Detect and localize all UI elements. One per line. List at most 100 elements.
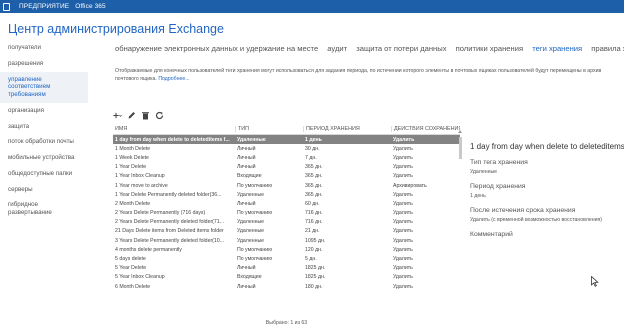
refresh-icon[interactable] (155, 111, 164, 120)
edit-icon[interactable] (127, 111, 136, 120)
cell-type: Удаленные (237, 228, 265, 235)
cell-action: Удалить (393, 145, 413, 152)
sidebar-item-public-folders[interactable]: общедоступные папки (0, 166, 88, 182)
cell-action: Удалить (393, 256, 413, 263)
details-after-label: После истечения срока хранения (470, 207, 576, 214)
tab-journal-rules[interactable]: правила же (591, 44, 624, 53)
column-header-retention-period[interactable]: ПЕРИОД ХРАНЕНИЯ (303, 126, 391, 132)
cell-period: 1825 дн. (305, 265, 326, 272)
cell-type: Личный (237, 200, 256, 207)
sidebar-item-permissions[interactable]: разрешения (0, 56, 88, 72)
table-row[interactable]: 3 Years Delete Permanently deleted folde… (113, 236, 460, 245)
cell-action: Удалить (393, 154, 413, 161)
delete-icon[interactable] (141, 111, 150, 120)
table-row[interactable]: 5 days delete По умолчанию 5 дн. Удалить (113, 254, 460, 263)
cell-period: 365 дн. (305, 191, 323, 198)
sidebar-item-organization[interactable]: организация (0, 103, 88, 119)
table-row[interactable]: 5 Year Delete Личный 1825 дн. Удалить (113, 264, 460, 273)
cell-name: 5 days delete (115, 256, 146, 263)
table-row[interactable]: 2 Month Delete Личный 60 дн. Удалить (113, 199, 460, 208)
cell-name: 1 Month Delete (115, 145, 151, 152)
sidebar-item-protection[interactable]: защита (0, 119, 88, 135)
table-row[interactable]: 4 months delete permanently По умолчанию… (113, 245, 460, 254)
page-title: Центр администрирования Exchange (8, 22, 224, 36)
table-row[interactable]: 1 Year Delete Личный 365 дн. Удалить (113, 163, 460, 172)
cell-type: Личный (237, 283, 256, 290)
cell-action: Удалить (393, 237, 413, 244)
details-pane: 1 day from day when delete to deletedite… (470, 142, 624, 238)
cell-period: 1095 дн. (305, 237, 326, 244)
scroll-up-icon[interactable] (458, 130, 462, 133)
cell-period: 180 дн. (305, 283, 323, 290)
cell-name: 2 Month Delete (115, 200, 151, 207)
table-row[interactable]: 1 Week Delete Личный 7 дн. Удалить (113, 153, 460, 162)
cell-action: Удалить (393, 136, 415, 143)
cell-type: Личный (237, 164, 256, 171)
cell-name: 1 Year Delete Permanently deleted folder… (115, 191, 222, 198)
sidebar-item-servers[interactable]: серверы (0, 182, 88, 198)
tab-data-loss-prevention[interactable]: защита от потери данных (356, 44, 446, 53)
tab-retention-policies[interactable]: политики хранения (456, 44, 523, 53)
scrollbar-thumb[interactable] (459, 137, 462, 159)
sidebar-item-mobile[interactable]: мобильные устройства (0, 150, 88, 166)
sidebar-item-compliance-management[interactable]: управление соответствием требованиям (0, 71, 88, 103)
cell-period: 365 дн. (305, 164, 323, 171)
sidebar: получатели разрешения управление соответ… (0, 40, 88, 221)
cell-action: Удалить (393, 210, 413, 217)
cell-action: Удалить (393, 173, 413, 180)
cell-period: 716 дн. (305, 210, 323, 217)
cell-action: Удалить (393, 228, 413, 235)
sidebar-item-mail-flow[interactable]: поток обработки почты (0, 134, 88, 150)
table-scrollbar[interactable] (458, 130, 463, 315)
details-comment-label: Комментарий (470, 231, 513, 238)
tab-retention-tags[interactable]: теги хранения (532, 44, 582, 53)
sidebar-item-recipients[interactable]: получатели (0, 40, 88, 56)
cell-action: Удалить (393, 283, 413, 290)
cell-period: 5 дн. (305, 256, 317, 263)
table-row[interactable]: 1 Year move to archive По умолчанию 365 … (113, 181, 460, 190)
table-row-selected[interactable]: 1 day from day when delete to deletedite… (113, 135, 460, 145)
table-row[interactable]: 6 Month Delete Личный 180 дн. Удалить (113, 282, 460, 291)
cell-period: 1 день (305, 136, 322, 143)
table-row[interactable]: 2 Years Delete Permanently deleted folde… (113, 218, 460, 227)
tab-strip: обнаружение электронных данных и удержан… (115, 44, 624, 58)
cell-period: 30 дн. (305, 145, 320, 152)
column-header-retention-action[interactable]: ДЕЙСТВИЯ СОХРАНЕНИЯ (391, 126, 460, 132)
table-row[interactable]: 5 Year Inbox Cleanup Входящие 1825 дн. У… (113, 273, 460, 282)
cell-type: Личный (237, 265, 256, 272)
cell-period: 365 дн. (305, 182, 323, 189)
cell-type: По умолчанию (237, 246, 273, 253)
table-row[interactable]: 2 Years Delete Permanently (716 days) По… (113, 209, 460, 218)
cell-period: 21 дн. (305, 228, 320, 235)
cell-type: Входящие (237, 173, 262, 180)
cell-type: Входящие (237, 274, 262, 281)
office365-link[interactable]: Office 365 (75, 3, 106, 10)
office-logo-icon[interactable] (0, 0, 13, 13)
cell-period: 1825 дн. (305, 274, 326, 281)
description-text: Отображаемые для конечных пользователей … (115, 68, 624, 84)
enterprise-link[interactable]: ПРЕДПРИЯТИЕ (19, 3, 69, 10)
table-row[interactable]: 1 Year Delete Permanently deleted folder… (113, 190, 460, 199)
retention-tags-table: ИМЯ ТИП ПЕРИОД ХРАНЕНИЯ ДЕЙСТВИЯ СОХРАНЕ… (113, 124, 460, 324)
add-icon[interactable] (113, 111, 122, 120)
tab-auditing[interactable]: аудит (327, 44, 347, 53)
tab-ediscovery[interactable]: обнаружение электронных данных и удержан… (115, 44, 318, 53)
details-period-label: Период хранения (470, 183, 526, 190)
column-header-type[interactable]: ТИП (235, 126, 303, 132)
description-line-2: почтового ящика. Подробнее... (115, 76, 624, 84)
cell-name: 2 Years Delete Permanently deleted folde… (115, 219, 225, 226)
cell-action: Удалить (393, 191, 413, 198)
table-row[interactable]: 1 Month Delete Личный 30 дн. Удалить (113, 144, 460, 153)
learn-more-link[interactable]: Подробнее... (158, 76, 189, 82)
cell-type: По умолчанию (237, 182, 273, 189)
cell-period: 365 дн. (305, 173, 323, 180)
cell-name: 1 Year move to archive (115, 182, 168, 189)
column-header-name[interactable]: ИМЯ (113, 126, 235, 132)
table-row[interactable]: 21 Days Delete items from Deleted items … (113, 227, 460, 236)
table-row[interactable]: 1 Year Inbox Cleanup Входящие 365 дн. Уд… (113, 172, 460, 181)
mouse-cursor-icon (591, 274, 599, 292)
cell-action: Удалить (393, 219, 413, 226)
top-navigation-bar: ПРЕДПРИЯТИЕ Office 365 (0, 0, 624, 13)
sidebar-item-hybrid[interactable]: гибридное развертывание (0, 197, 88, 221)
selection-status: Выбрано: 1 из 63 (265, 320, 308, 326)
